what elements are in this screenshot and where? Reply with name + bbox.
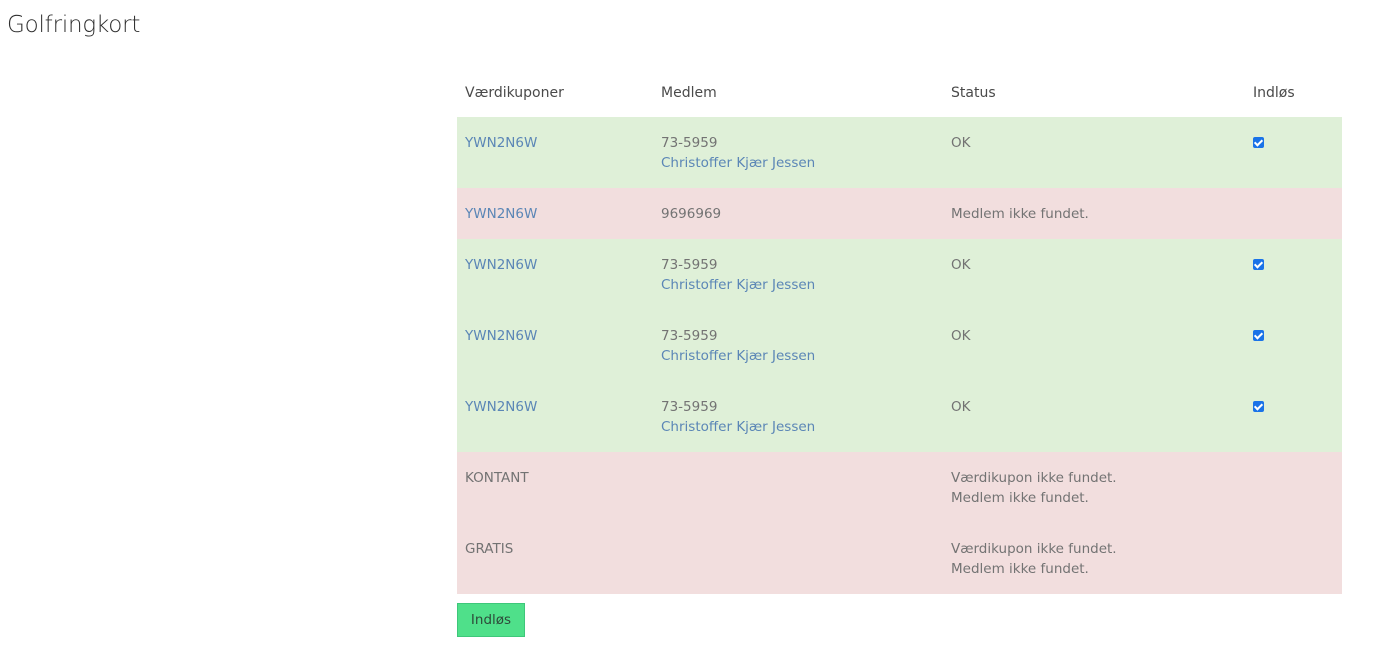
redeem-cell — [1245, 188, 1342, 239]
header-medlem: Medlem — [661, 84, 717, 101]
coupon-code-link[interactable]: YWN2N6W — [465, 206, 537, 222]
table-row: KONTANT Værdikupon ikke fundet. Medlem i… — [457, 452, 1342, 523]
status-text: OK — [951, 135, 971, 151]
status-cell: Værdikupon ikke fundet. Medlem ikke fund… — [943, 523, 1245, 594]
coupon-code-cell: YWN2N6W — [457, 310, 653, 381]
status-text: OK — [951, 257, 971, 273]
status-cell: OK — [943, 239, 1245, 310]
member-cell: 73-5959 Christoffer Kjær Jessen — [653, 117, 943, 188]
header-vaerdikuponer: Værdikuponer — [465, 84, 564, 101]
redeem-checkbox[interactable] — [1253, 401, 1264, 412]
status-text: Medlem ikke fundet. — [951, 561, 1089, 577]
page-title: Golfringkort — [7, 12, 141, 38]
member-id: 73-5959 — [661, 257, 718, 273]
table-row: GRATIS Værdikupon ikke fundet. Medlem ik… — [457, 523, 1342, 594]
redeem-cell — [1245, 117, 1342, 188]
coupon-code-cell: GRATIS — [457, 523, 653, 594]
status-text: Værdikupon ikke fundet. — [951, 470, 1117, 486]
member-cell: 9696969 — [653, 188, 943, 239]
redeem-button[interactable]: Indløs — [457, 603, 525, 637]
status-text: OK — [951, 328, 971, 344]
status-cell: Medlem ikke fundet. — [943, 188, 1245, 239]
table-row: YWN2N6W 9696969 Medlem ikke fundet. — [457, 188, 1342, 239]
redeem-checkbox[interactable] — [1253, 137, 1264, 148]
member-id: 73-5959 — [661, 135, 718, 151]
member-cell: 73-5959 Christoffer Kjær Jessen — [653, 239, 943, 310]
member-cell: 73-5959 Christoffer Kjær Jessen — [653, 381, 943, 452]
coupon-code-text: KONTANT — [465, 470, 529, 486]
coupon-code-link[interactable]: YWN2N6W — [465, 257, 537, 273]
coupon-code-link[interactable]: YWN2N6W — [465, 328, 537, 344]
coupon-code-cell: YWN2N6W — [457, 239, 653, 310]
status-text: Værdikupon ikke fundet. — [951, 541, 1117, 557]
redeem-cell — [1245, 310, 1342, 381]
member-name-link[interactable]: Christoffer Kjær Jessen — [661, 275, 935, 295]
table-row: YWN2N6W 73-5959 Christoffer Kjær Jessen … — [457, 117, 1342, 188]
status-cell: Værdikupon ikke fundet. Medlem ikke fund… — [943, 452, 1245, 523]
member-name-link[interactable]: Christoffer Kjær Jessen — [661, 346, 935, 366]
table-row: YWN2N6W 73-5959 Christoffer Kjær Jessen … — [457, 239, 1342, 310]
member-id: 73-5959 — [661, 399, 718, 415]
member-cell — [653, 452, 943, 523]
coupon-code-cell: YWN2N6W — [457, 117, 653, 188]
status-cell: OK — [943, 381, 1245, 452]
redeem-checkbox[interactable] — [1253, 259, 1264, 270]
redeem-cell — [1245, 381, 1342, 452]
member-name-link[interactable]: Christoffer Kjær Jessen — [661, 153, 935, 173]
redeem-checkbox[interactable] — [1253, 330, 1264, 341]
table-header-row: Værdikuponer Medlem Status Indløs — [457, 68, 1342, 117]
coupon-table: Værdikuponer Medlem Status Indløs YWN2N6… — [457, 68, 1342, 594]
status-text: Medlem ikke fundet. — [951, 490, 1089, 506]
status-cell: OK — [943, 117, 1245, 188]
redeem-cell — [1245, 452, 1342, 523]
status-text: Medlem ikke fundet. — [951, 206, 1089, 222]
member-id: 73-5959 — [661, 328, 718, 344]
status-text: OK — [951, 399, 971, 415]
member-id: 9696969 — [661, 206, 722, 222]
redeem-cell — [1245, 239, 1342, 310]
table-row: YWN2N6W 73-5959 Christoffer Kjær Jessen … — [457, 310, 1342, 381]
coupon-code-link[interactable]: YWN2N6W — [465, 135, 537, 151]
table-row: YWN2N6W 73-5959 Christoffer Kjær Jessen … — [457, 381, 1342, 452]
member-cell: 73-5959 Christoffer Kjær Jessen — [653, 310, 943, 381]
member-name-link[interactable]: Christoffer Kjær Jessen — [661, 417, 935, 437]
header-status: Status — [951, 84, 996, 101]
coupon-code-link[interactable]: YWN2N6W — [465, 399, 537, 415]
coupon-code-cell: YWN2N6W — [457, 381, 653, 452]
member-cell — [653, 523, 943, 594]
coupon-code-cell: KONTANT — [457, 452, 653, 523]
coupon-code-text: GRATIS — [465, 541, 514, 557]
header-indloes: Indløs — [1253, 84, 1295, 101]
coupon-code-cell: YWN2N6W — [457, 188, 653, 239]
redeem-cell — [1245, 523, 1342, 594]
status-cell: OK — [943, 310, 1245, 381]
